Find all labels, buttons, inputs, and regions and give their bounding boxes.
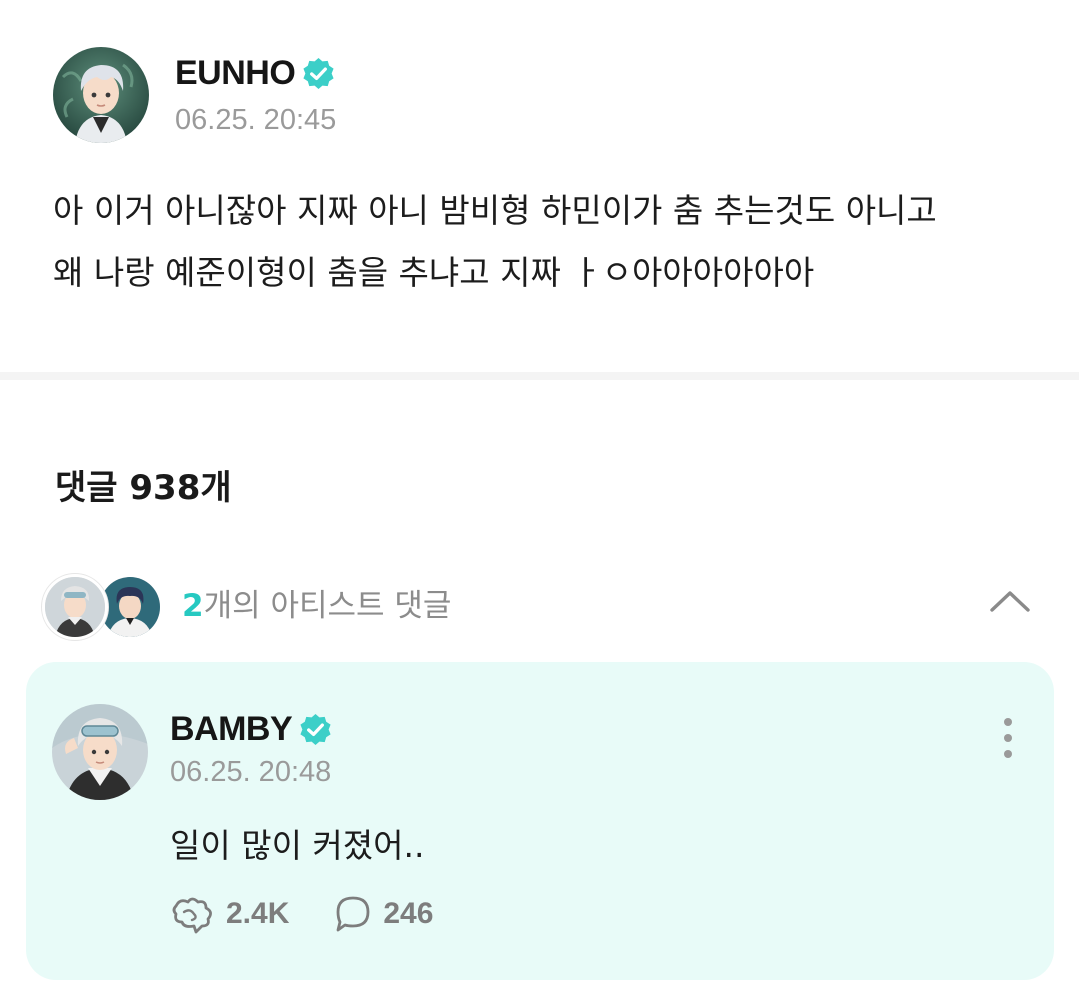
verified-badge-icon: [298, 712, 333, 747]
post-timestamp: 06.25. 20:45: [175, 104, 337, 136]
author-row: EUNHO: [175, 54, 336, 92]
reply-icon: [333, 894, 373, 934]
artist-avatar-bamby: [42, 574, 108, 640]
artist-comments-toggle[interactable]: 2개의 아티스트 댓글: [42, 574, 1042, 640]
author-avatar[interactable]: [53, 47, 149, 143]
comment-author-name[interactable]: BAMBY: [170, 710, 293, 748]
artist-comments-text: 개의 아티스트 댓글: [203, 588, 452, 624]
post-header: EUNHO 06.25. 20:45: [53, 47, 336, 143]
verified-badge-icon: [301, 56, 336, 91]
comment-meta: BAMBY 06.25. 20:48: [170, 710, 333, 788]
reply-button[interactable]: 246: [333, 894, 433, 934]
post-body: 아 이거 아니잖아 지짜 아니 밤비형 하민이가 춤 추는것도 아니고 왜 나랑…: [53, 180, 1053, 304]
post-line-2: 왜 나랑 예준이형이 춤을 추냐고 지짜 ㅏㅇ아아아아아아: [53, 253, 815, 292]
section-divider: [0, 372, 1079, 380]
like-count: 2.4K: [226, 897, 290, 930]
post-line-1: 아 이거 아니잖아 지짜 아니 밤비형 하민이가 춤 추는것도 아니고: [53, 191, 937, 230]
like-button[interactable]: 2.4K: [170, 894, 289, 934]
like-icon: [170, 894, 216, 934]
artist-comment-card: BAMBY 06.25. 20:48 일이 많이 커졌어.. 2.4K 246: [26, 662, 1054, 980]
author-name[interactable]: EUNHO: [175, 54, 296, 92]
comments-count-heading: 댓글 938개: [55, 468, 232, 508]
comment-author-row: BAMBY: [170, 710, 333, 748]
comment-timestamp: 06.25. 20:48: [170, 756, 332, 788]
artist-comments-count: 2: [182, 588, 204, 624]
author-meta: EUNHO 06.25. 20:45: [175, 54, 336, 136]
reply-count: 246: [383, 897, 434, 930]
chevron-up-icon[interactable]: [988, 586, 1032, 616]
comment-text: 일이 많이 커졌어..: [170, 826, 425, 865]
artist-comments-label: 2개의 아티스트 댓글: [182, 586, 451, 626]
more-vertical-icon[interactable]: [996, 716, 1020, 760]
comment-actions: 2.4K 246: [170, 894, 477, 934]
comment-author-avatar[interactable]: [52, 704, 148, 800]
